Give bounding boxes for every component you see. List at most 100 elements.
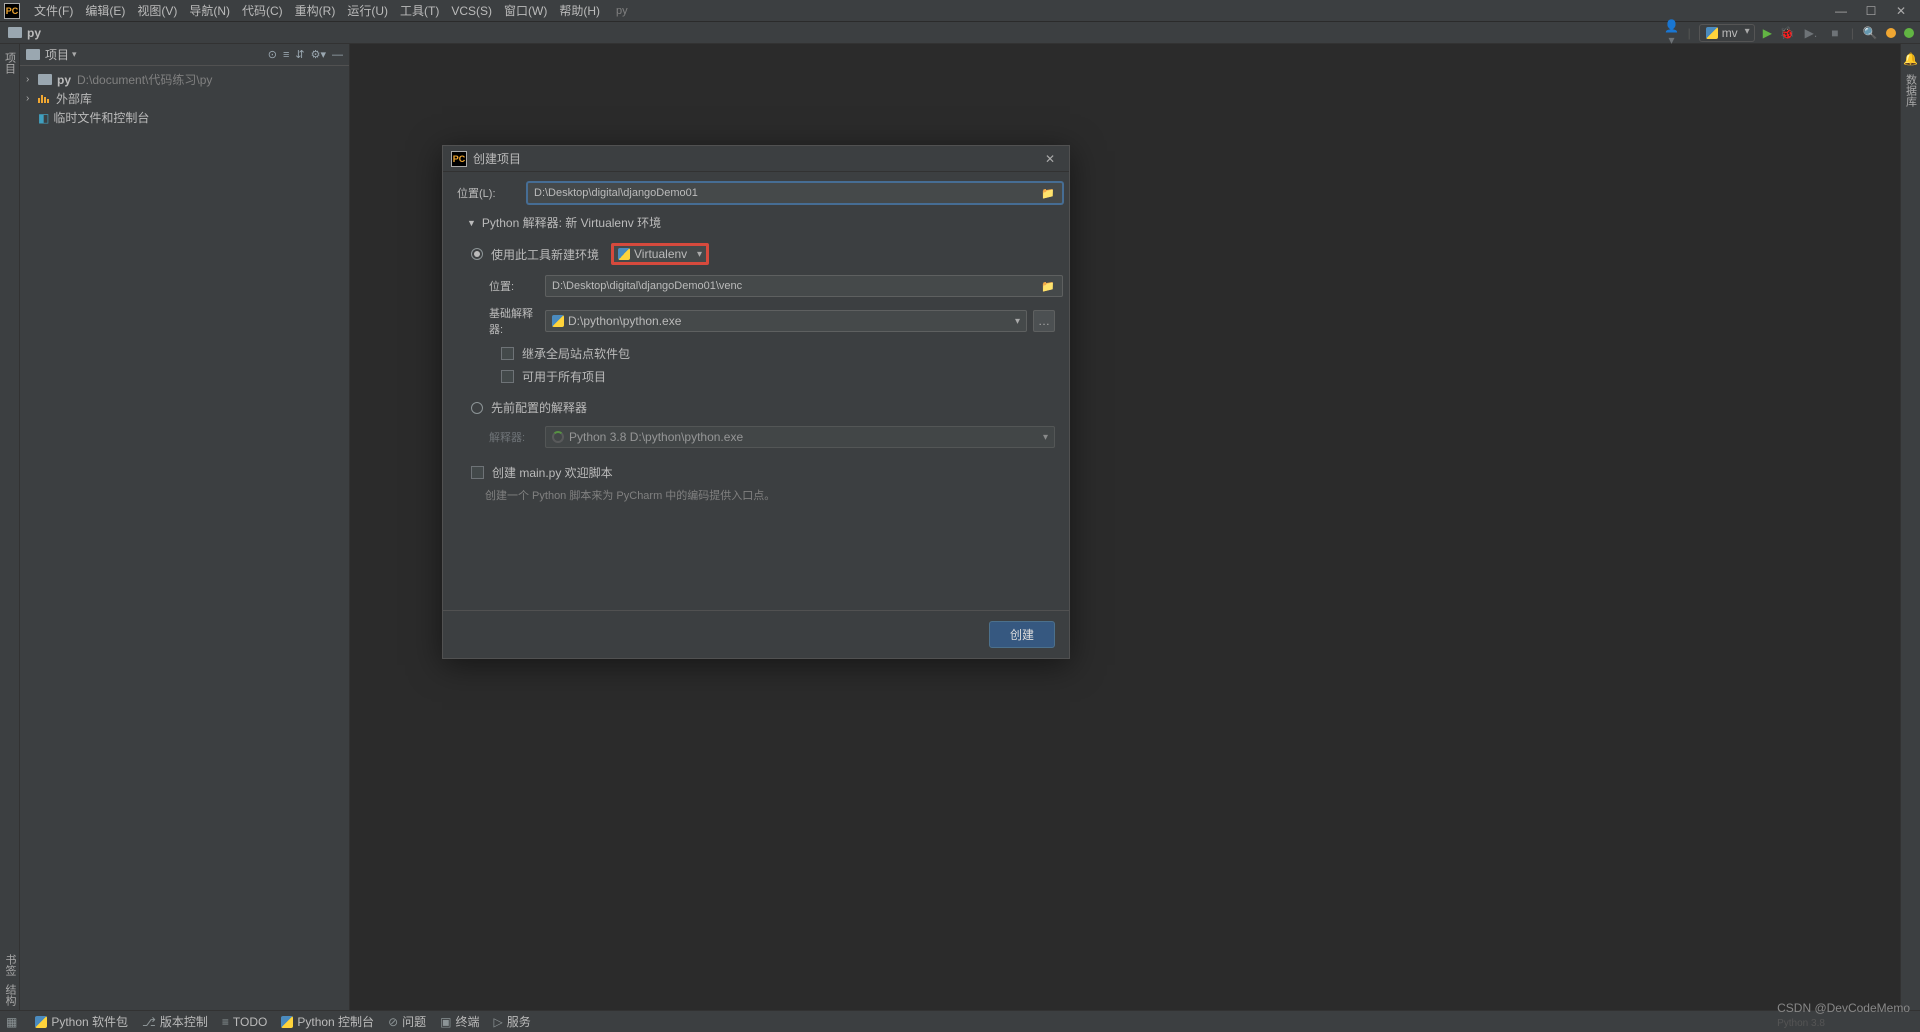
radio-existing-env[interactable] [471,402,483,414]
interpreter-section-header[interactable]: ▼ Python 解释器: 新 Virtualenv 环境 [467,214,1055,231]
tool-window-toggle[interactable]: ▦ [6,1015,21,1029]
vcs-tab[interactable]: ⎇版本控制 [142,1013,208,1030]
location-label: 位置(L): [457,185,527,201]
menu-refactor[interactable]: 重构(R) [289,2,342,19]
location-input[interactable] [527,182,1063,204]
structure-tab[interactable]: 结构 [0,980,20,1010]
base-interpreter-label: 基础解释器: [489,305,545,337]
run-more-icon[interactable]: ▶. [1803,26,1819,40]
python-packages-tab[interactable]: Python 软件包 [35,1013,128,1030]
tree-item-label: 临时文件和控制台 [53,109,149,126]
chevron-down-icon: ▾ [1015,316,1020,327]
env-tool-dropdown[interactable]: Virtualenv ▾ [611,243,709,265]
menu-tools[interactable]: 工具(T) [394,2,445,19]
browse-folder-icon[interactable]: 📁 [1041,280,1055,293]
stop-icon[interactable]: ■ [1827,26,1843,40]
terminal-tab[interactable]: ▣终端 [440,1013,479,1030]
existing-env-radio-row[interactable]: 先前配置的解释器 [471,399,1055,416]
pycharm-icon: PC [451,151,467,167]
tree-root-name: py [57,73,71,87]
create-main-row[interactable]: 创建 main.py 欢迎脚本 [471,464,1055,481]
breadcrumb-folder[interactable]: py [27,26,41,40]
tree-root[interactable]: › py D:\document\代码练习\py [20,70,349,89]
project-tool-header: 项目 ▾ ⊙ ≡ ⇵ ⚙▾ — [20,44,349,66]
navbar: py 👤▾ | mv ▶ 🐞 ▶. ■ | 🔍 [0,22,1920,44]
notifications-icon[interactable]: 🔔 [1903,52,1918,66]
python-icon [552,315,564,327]
browse-folder-icon[interactable]: 📁 [1041,187,1055,200]
dialog-titlebar: PC 创建项目 ✕ [443,146,1069,172]
run-button[interactable]: ▶ [1763,26,1772,40]
tree-root-path: D:\document\代码练习\py [77,71,212,88]
search-icon[interactable]: 🔍 [1862,26,1878,40]
all-projects-row[interactable]: 可用于所有项目 [501,368,1055,385]
ide-status-green-icon[interactable] [1904,28,1914,38]
radio-label: 使用此工具新建环境 [491,246,599,263]
venv-location-label: 位置: [489,278,545,294]
checkbox-label: 继承全局站点软件包 [522,345,630,362]
hide-icon[interactable]: — [332,49,343,61]
create-button[interactable]: 创建 [989,621,1055,648]
base-interpreter-dropdown[interactable]: D:\python\python.exe ▾ [545,310,1027,332]
expand-icon[interactable]: ≡ [283,49,289,61]
new-env-radio-row[interactable]: 使用此工具新建环境 Virtualenv ▾ [471,243,1055,265]
gear-icon[interactable]: ⚙▾ [311,48,326,61]
tree-item-label: 外部库 [56,90,92,107]
collapse-icon[interactable]: ⇵ [295,48,304,61]
left-bottom-tool-strip: 书签 结构 [0,950,20,1010]
bookmarks-tab[interactable]: 书签 [0,950,20,980]
libraries-icon [38,92,52,106]
debug-button[interactable]: 🐞 [1780,26,1795,40]
chevron-right-icon[interactable]: › [26,93,36,104]
inherit-checkbox[interactable] [501,347,514,360]
project-tool-tab[interactable]: 项目 [0,48,20,78]
create-main-checkbox[interactable] [471,466,484,479]
problems-tab[interactable]: ⊘问题 [388,1013,426,1030]
existing-interpreter-dropdown: Python 3.8 D:\python\python.exe ▾ [545,426,1055,448]
statusbar: ▦ Python 软件包 ⎇版本控制 ≡TODO Python 控制台 ⊘问题 … [0,1010,1920,1032]
dropdown-value: Python 3.8 D:\python\python.exe [569,430,743,444]
todo-tab[interactable]: ≡TODO [222,1015,267,1029]
add-user-icon[interactable]: 👤▾ [1664,19,1680,47]
section-label: Python 解释器: 新 Virtualenv 环境 [482,214,661,231]
services-tab[interactable]: ▷服务 [494,1013,531,1030]
pycharm-icon: PC [4,3,20,19]
project-icon [26,49,40,60]
target-icon[interactable]: ⊙ [268,48,277,61]
all-projects-checkbox[interactable] [501,370,514,383]
ide-status-yellow-icon[interactable] [1886,28,1896,38]
chevron-right-icon[interactable]: › [26,74,36,85]
menu-run[interactable]: 运行(U) [341,2,394,19]
existing-interpreter-label: 解释器: [489,429,545,445]
venv-location-input[interactable] [545,275,1063,297]
menu-edit[interactable]: 编辑(E) [79,2,131,19]
menu-vcs[interactable]: VCS(S) [445,4,498,18]
more-button[interactable]: … [1033,310,1055,332]
new-project-dialog: PC 创建项目 ✕ 位置(L): 📁 ▼ Python 解释器: 新 Virtu… [442,145,1070,659]
menu-window[interactable]: 窗口(W) [498,2,553,19]
tree-external-libs[interactable]: › 外部库 [20,89,349,108]
menu-navigate[interactable]: 导航(N) [183,2,236,19]
dialog-close-button[interactable]: ✕ [1039,150,1061,168]
python-icon [35,1016,47,1028]
right-tool-strip: 🔔 数据库 [1900,44,1920,1010]
window-project-name: py [616,5,628,17]
chevron-down-icon: ▾ [697,249,702,260]
left-tool-strip: 项目 [0,44,20,1010]
database-tab[interactable]: 数据库 [1903,74,1919,107]
radio-new-env[interactable] [471,248,483,260]
python-console-tab[interactable]: Python 控制台 [281,1013,374,1030]
tree-scratches[interactable]: ◧ 临时文件和控制台 [20,108,349,127]
menu-help[interactable]: 帮助(H) [553,2,606,19]
menu-code[interactable]: 代码(C) [236,2,289,19]
chevron-down-icon: ▾ [1043,432,1048,443]
scratches-icon: ◧ [38,111,49,125]
inherit-packages-row[interactable]: 继承全局站点软件包 [501,345,1055,362]
python-icon [1706,27,1718,39]
dropdown-icon[interactable]: ▾ [72,49,77,60]
menu-file[interactable]: 文件(F) [28,2,79,19]
project-tool-title: 项目 [45,46,69,63]
run-config-combo[interactable]: mv [1699,24,1755,42]
menu-view[interactable]: 视图(V) [131,2,183,19]
radio-label: 先前配置的解释器 [491,399,587,416]
